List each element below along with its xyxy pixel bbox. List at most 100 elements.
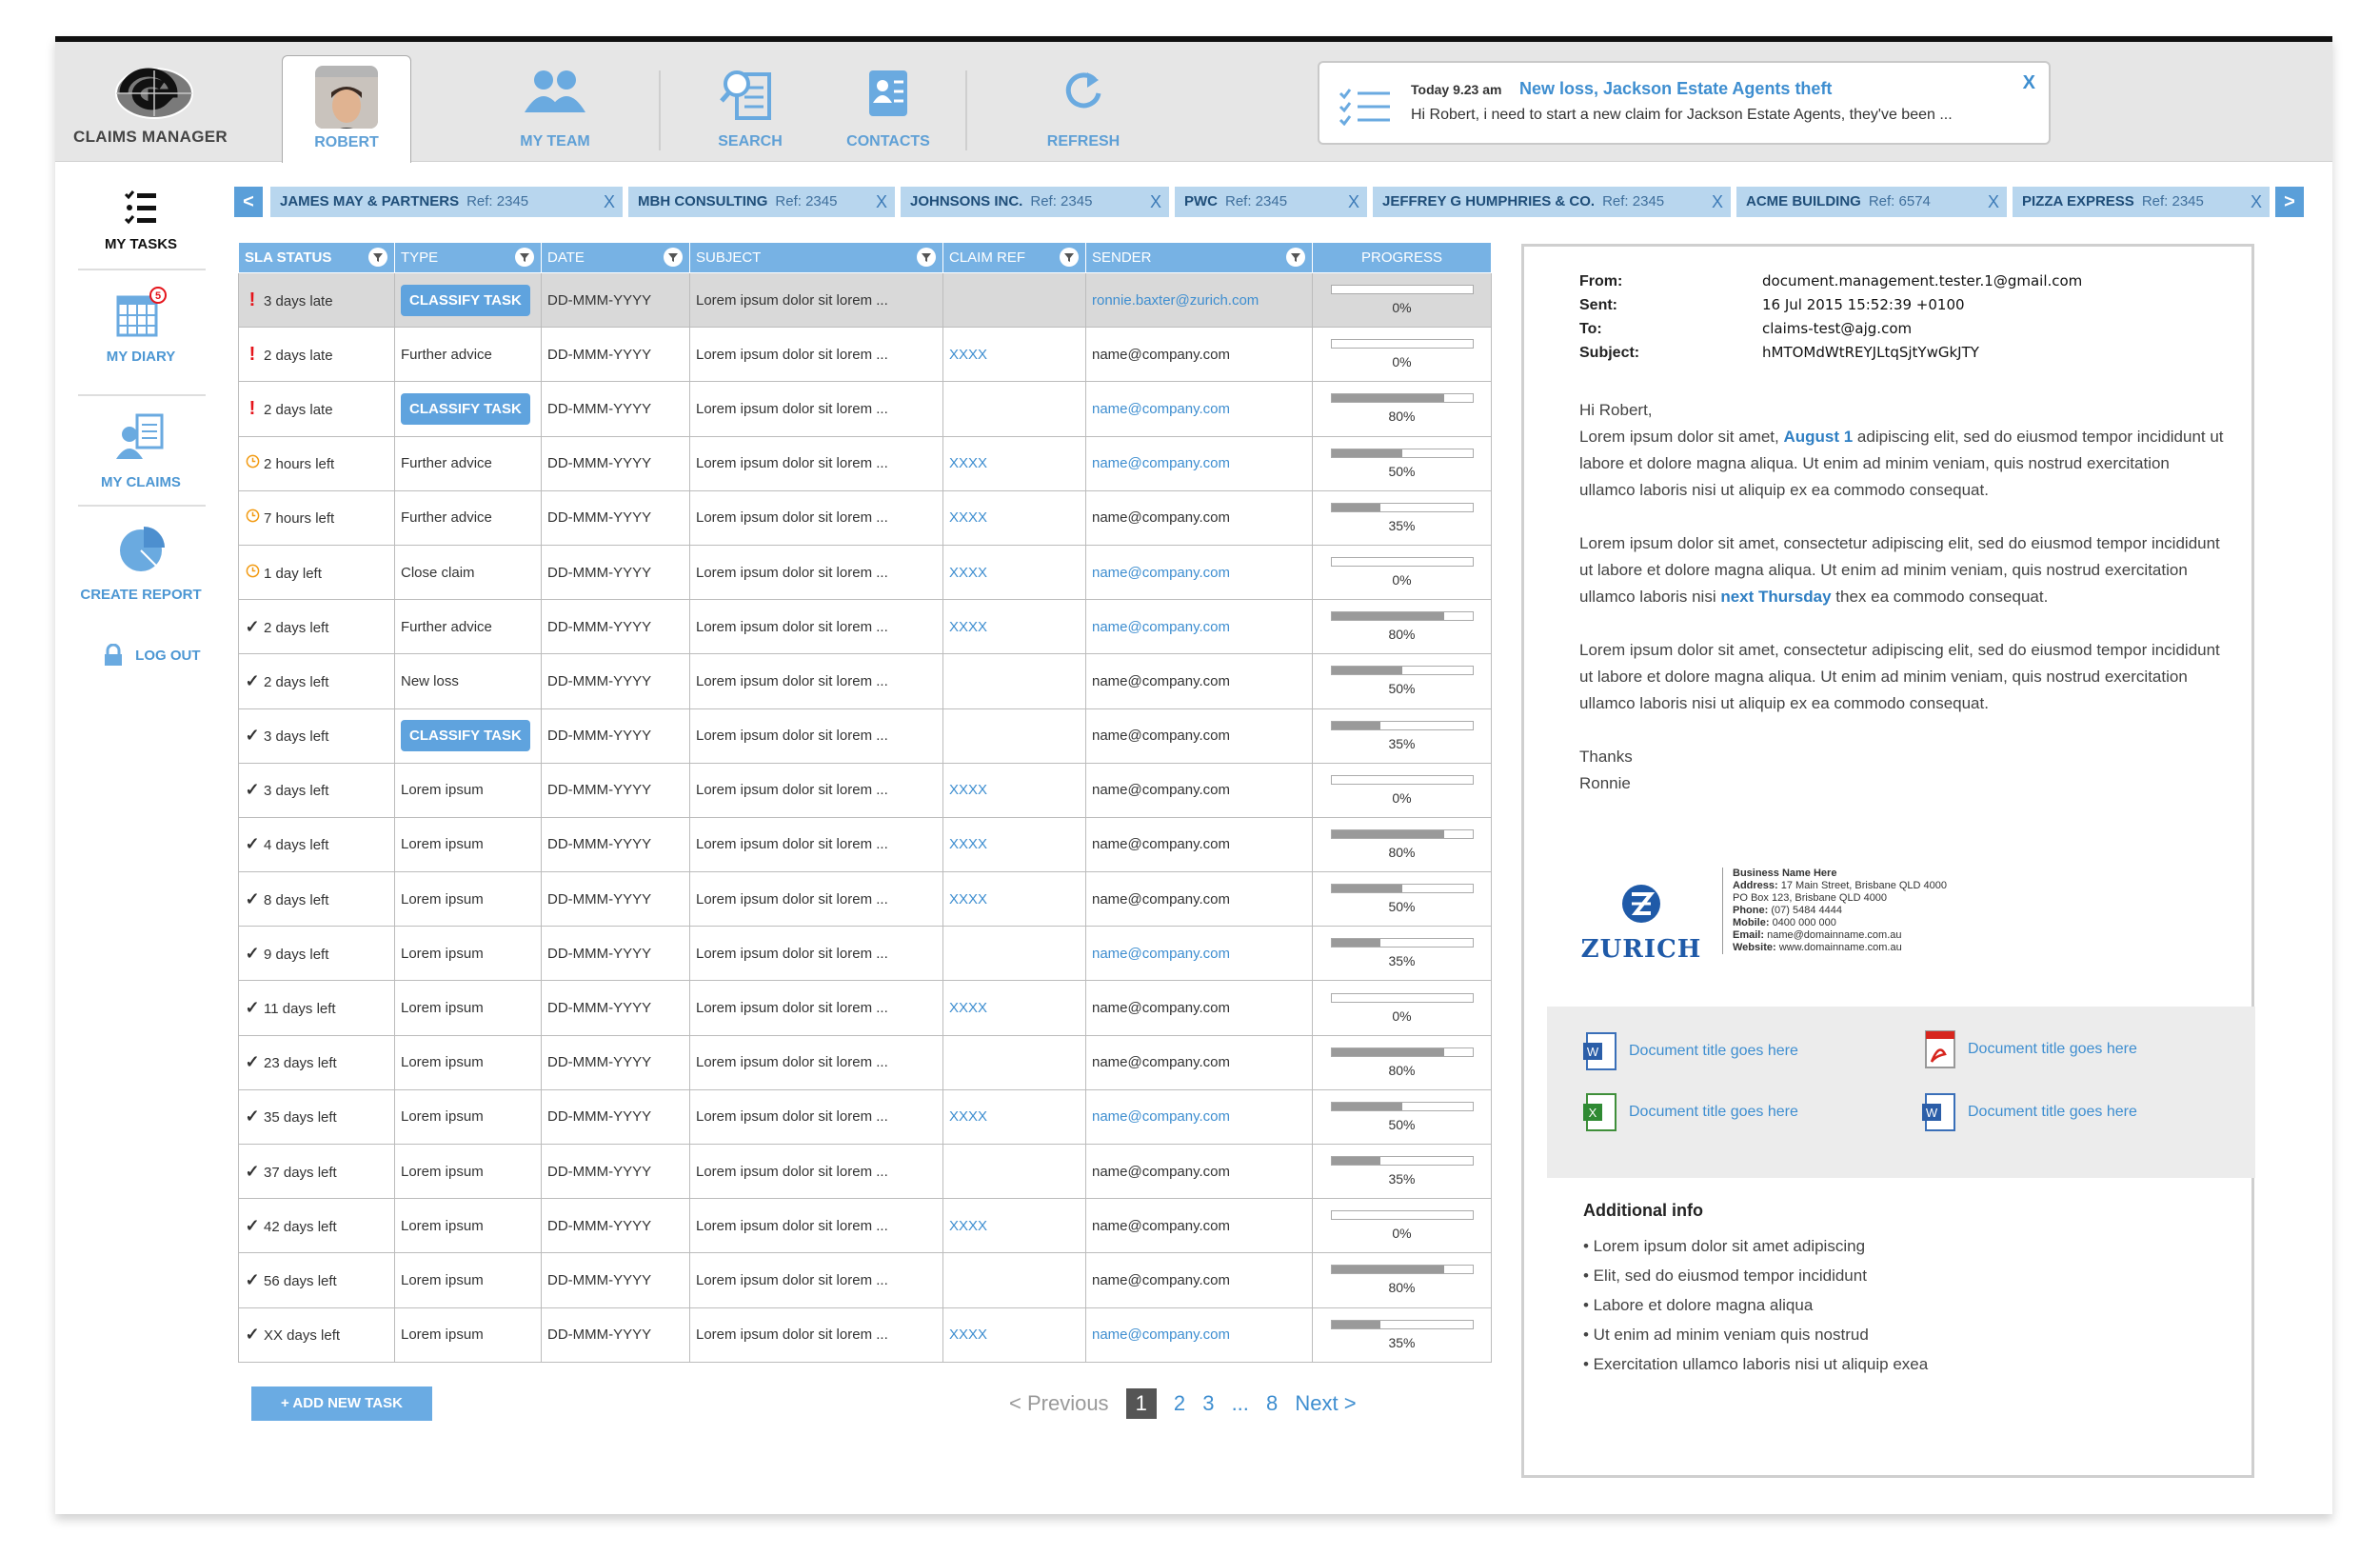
claim-ref-link[interactable]: XXXX: [949, 1327, 987, 1343]
client-tab[interactable]: JOHNSONS INC. Ref: 2345 X: [901, 187, 1169, 217]
notification-title[interactable]: New loss, Jackson Estate Agents theft: [1519, 79, 1832, 99]
claim-ref-link[interactable]: XXXX: [949, 565, 987, 581]
pagination-page-link[interactable]: 3: [1202, 1386, 1214, 1421]
table-row[interactable]: ✓ 56 days left Lorem ipsum DD-MMM-YYYY Lorem…: [238, 1252, 1492, 1308]
tab-search[interactable]: SEARCH: [684, 55, 817, 162]
client-tab-close-button[interactable]: X: [876, 187, 887, 217]
client-tab[interactable]: ACME BUILDING Ref: 6574 X: [1736, 187, 2007, 217]
table-row[interactable]: ✓ 2 days left Further advice DD-MMM-YYYY Lor…: [238, 599, 1492, 655]
client-strip-prev-button[interactable]: <: [234, 187, 263, 217]
notification-close-button[interactable]: X: [2023, 72, 2035, 94]
client-strip-next-button[interactable]: >: [2275, 187, 2304, 217]
column-header-type[interactable]: TYPE: [394, 242, 542, 273]
column-header-progress[interactable]: PROGRESS: [1312, 242, 1492, 273]
table-row[interactable]: ✓ 23 days left Lorem ipsum DD-MMM-YYYY Lorem…: [238, 1034, 1492, 1090]
client-tab-close-button[interactable]: X: [1988, 187, 1999, 217]
tab-user-profile[interactable]: ROBERT: [282, 55, 411, 163]
client-tab[interactable]: PIZZA EXPRESS Ref: 2345 X: [2013, 187, 2270, 217]
filter-icon[interactable]: [515, 248, 534, 267]
client-tab[interactable]: MBH CONSULTING Ref: 2345 X: [628, 187, 895, 217]
attachment-item[interactable]: W Document title goes here: [1581, 1031, 1798, 1071]
claim-ref-link[interactable]: XXXX: [949, 1000, 987, 1016]
filter-icon[interactable]: [664, 248, 683, 267]
pagination-page-link[interactable]: 8: [1266, 1386, 1278, 1421]
table-row[interactable]: ✓ 8 days left Lorem ipsum DD-MMM-YYYY Lorem …: [238, 871, 1492, 928]
classify-task-button[interactable]: CLASSIFY TASK: [401, 284, 530, 316]
sender-email[interactable]: name@company.com: [1092, 619, 1230, 635]
sender-email[interactable]: name@company.com: [1092, 401, 1230, 417]
client-tab-close-button[interactable]: X: [1150, 187, 1161, 217]
claim-ref-link[interactable]: XXXX: [949, 1218, 987, 1234]
table-row[interactable]: 7 hours left Further advice DD-MMM-YYYY Lor…: [238, 489, 1492, 546]
add-new-task-button[interactable]: + ADD NEW TASK: [251, 1386, 432, 1421]
column-header-sender[interactable]: SENDER: [1085, 242, 1313, 273]
column-header-date[interactable]: DATE: [541, 242, 690, 273]
pagination-previous-link[interactable]: < Previous: [1009, 1386, 1109, 1421]
attachment-item[interactable]: X Document title goes here: [1581, 1092, 1798, 1132]
table-row[interactable]: 2 hours left Further advice DD-MMM-YYYY Lor…: [238, 435, 1492, 491]
table-row[interactable]: ✓ 35 days left Lorem ipsum DD-MMM-YYYY Lorem…: [238, 1088, 1492, 1146]
tab-refresh[interactable]: REFRESH: [1017, 55, 1150, 162]
filter-icon[interactable]: [917, 248, 936, 267]
table-row[interactable]: ✓ 9 days left Lorem ipsum DD-MMM-YYYY Lorem …: [238, 926, 1492, 982]
notification-popup[interactable]: Today 9.23 am New loss, Jackson Estate A…: [1318, 61, 2051, 145]
tab-my-team[interactable]: MY TEAM: [488, 55, 622, 162]
sender-email[interactable]: ronnie.baxter@zurich.com: [1092, 292, 1259, 309]
column-header-claim-ref[interactable]: CLAIM REF: [942, 242, 1086, 273]
table-row[interactable]: ✓ 37 days left Lorem ipsum DD-MMM-YYYY Lorem…: [238, 1143, 1492, 1200]
claim-ref-link[interactable]: XXXX: [949, 891, 987, 908]
sender-email[interactable]: name@company.com: [1092, 565, 1230, 581]
sender-email[interactable]: name@company.com: [1092, 455, 1230, 471]
table-row[interactable]: ! 2 days late Further advice DD-MMM-YYYY Lor…: [238, 327, 1492, 383]
pagination-page-link[interactable]: 2: [1174, 1386, 1185, 1421]
table-row[interactable]: ! 2 days late CLASSIFY TASK DD-MMM-YYYY Lore…: [238, 381, 1492, 437]
table-row[interactable]: ✓ 3 days left Lorem ipsum DD-MMM-YYYY Lorem …: [238, 762, 1492, 818]
claim-ref-link[interactable]: XXXX: [949, 836, 987, 852]
client-tab[interactable]: JAMES MAY & PARTNERS Ref: 2345 X: [270, 187, 623, 217]
client-tab-close-button[interactable]: X: [604, 187, 615, 217]
claim-ref-link[interactable]: XXXX: [949, 509, 987, 526]
logo[interactable]: CLAIMS MANAGER: [55, 42, 246, 162]
sender-email[interactable]: name@company.com: [1092, 1327, 1230, 1343]
filter-icon[interactable]: [1286, 248, 1305, 267]
table-row[interactable]: ✓ 11 days left Lorem ipsum DD-MMM-YYYY Lorem…: [238, 980, 1492, 1036]
table-row[interactable]: ✓ 42 days left Lorem ipsum DD-MMM-YYYY Lorem…: [238, 1198, 1492, 1254]
tab-contacts[interactable]: CONTACTS: [817, 55, 960, 162]
pagination-next-link[interactable]: Next >: [1295, 1386, 1356, 1421]
client-tab-close-button[interactable]: X: [1712, 187, 1723, 217]
column-header-subject[interactable]: SUBJECT: [689, 242, 943, 273]
classify-task-button[interactable]: CLASSIFY TASK: [401, 720, 530, 752]
classify-task-button[interactable]: CLASSIFY TASK: [401, 392, 530, 425]
claim-ref-link[interactable]: XXXX: [949, 347, 987, 363]
claim-ref-link[interactable]: XXXX: [949, 782, 987, 798]
filter-icon[interactable]: [368, 248, 387, 267]
claim-ref-link[interactable]: XXXX: [949, 455, 987, 471]
table-row[interactable]: 1 day left Close claim DD-MMM-YYYY Lorem ip…: [238, 544, 1492, 601]
column-header-sla[interactable]: SLA STATUS: [238, 242, 395, 273]
table-row[interactable]: ! 3 days late CLASSIFY TASK DD-MMM-YYYY Lore…: [238, 271, 1492, 329]
client-tab[interactable]: JEFFREY G HUMPHRIES & CO. Ref: 2345 X: [1373, 187, 1731, 217]
claim-ref-link[interactable]: XXXX: [949, 1108, 987, 1125]
email-date-highlight[interactable]: next Thursday: [1720, 588, 1831, 606]
progress-bar-fill: [1331, 394, 1444, 403]
sidebar-item-create-report[interactable]: CREATE REPORT: [74, 524, 208, 603]
sidebar-item-my-diary[interactable]: 5 MY DIARY: [74, 286, 208, 365]
client-tab-close-button[interactable]: X: [2251, 187, 2262, 217]
pagination-current-page[interactable]: 1: [1125, 1388, 1157, 1419]
sender-email[interactable]: name@company.com: [1092, 946, 1230, 962]
sidebar-item-my-tasks[interactable]: MY TASKS: [74, 189, 208, 252]
client-tab-close-button[interactable]: X: [1348, 187, 1359, 217]
filter-icon[interactable]: [1060, 248, 1079, 267]
sidebar-item-my-claims[interactable]: MY CLAIMS: [74, 411, 208, 490]
table-row[interactable]: ✓ 3 days left CLASSIFY TASK DD-MMM-YYYY Lore…: [238, 708, 1492, 764]
attachment-item[interactable]: Document title goes here: [1920, 1029, 2137, 1069]
email-date-highlight[interactable]: August 1: [1783, 428, 1853, 446]
claim-ref-link[interactable]: XXXX: [949, 619, 987, 635]
table-row[interactable]: ✓ 4 days left Lorem ipsum DD-MMM-YYYY Lorem …: [238, 816, 1492, 873]
attachment-item[interactable]: W Document title goes here: [1920, 1092, 2137, 1132]
sender-email[interactable]: name@company.com: [1092, 1108, 1230, 1125]
table-row[interactable]: ✓ 2 days left New loss DD-MMM-YYYY Lorem ips…: [238, 653, 1492, 709]
sidebar-item-logout[interactable]: LOG OUT: [74, 643, 208, 667]
table-row[interactable]: ✓ XX days left Lorem ipsum DD-MMM-YYYY Lorem…: [238, 1307, 1492, 1363]
client-tab[interactable]: PWC Ref: 2345 X: [1175, 187, 1367, 217]
